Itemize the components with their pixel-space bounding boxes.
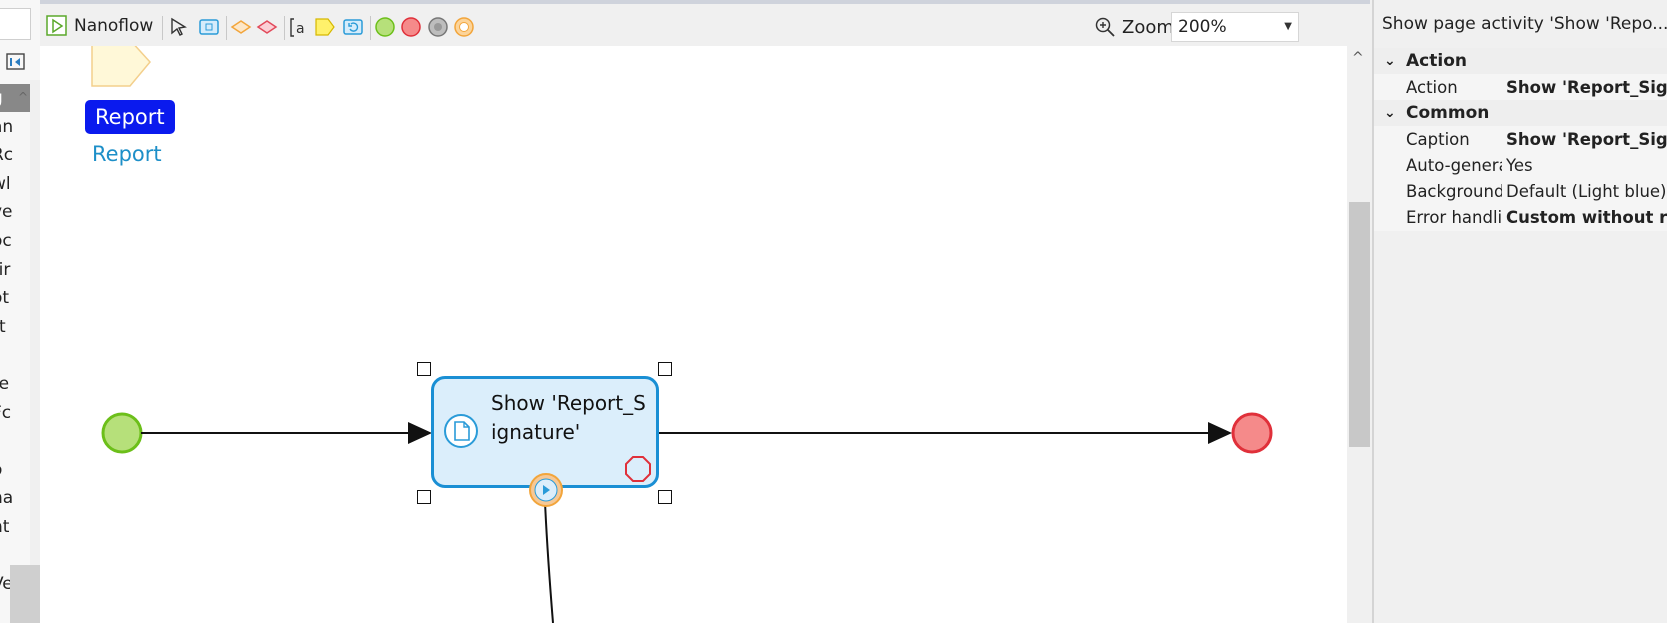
- resize-handle-bottom-right[interactable]: [658, 490, 672, 504]
- start-event-tool-icon[interactable]: [374, 16, 396, 38]
- explorer-scroll-up-icon[interactable]: ^: [18, 90, 28, 104]
- end-event[interactable]: [1231, 412, 1273, 454]
- explorer-tree-item[interactable]: an: [0, 113, 30, 141]
- dropdown-arrow-icon: ▼: [1284, 21, 1292, 32]
- annotation-label[interactable]: Report: [85, 100, 175, 134]
- parameter-shape[interactable]: [91, 46, 151, 87]
- resize-handle-bottom-left[interactable]: [417, 490, 431, 504]
- activity-tool-icon[interactable]: [198, 16, 220, 38]
- decision-tool-icon[interactable]: [230, 16, 252, 38]
- arrowhead-icon: [408, 422, 432, 444]
- explorer-scrollbar-thumb[interactable]: [10, 565, 40, 623]
- continue-event-tool-icon[interactable]: [453, 16, 475, 38]
- zoom-control: Zoom: [1094, 12, 1174, 42]
- loop-tool-icon[interactable]: [342, 16, 364, 38]
- error-event-icon[interactable]: [528, 472, 564, 508]
- explorer-tree-item[interactable]: ve: [0, 198, 30, 226]
- nanoflow-canvas[interactable]: Report Report Show 'Report_Signature': [40, 46, 1370, 623]
- chevron-down-icon: ⌄: [1384, 105, 1396, 121]
- zoom-level-select[interactable]: 200% ▼: [1171, 12, 1299, 42]
- explorer-tree-item[interactable]: re: [0, 370, 30, 398]
- start-event[interactable]: [101, 412, 143, 454]
- explorer-tree-item[interactable]: rt: [0, 313, 30, 341]
- explorer-tree-item[interactable]: [0, 341, 30, 369]
- property-row-caption[interactable]: Caption Show 'Report_Sig: [1374, 126, 1667, 153]
- project-explorer-panel: ganRcwlveoctirotrtreFconantVe ^: [0, 0, 41, 623]
- activity-caption: Show 'Report_Signature': [491, 391, 646, 444]
- error-handler-icon[interactable]: [624, 455, 652, 483]
- page-icon: [444, 414, 478, 448]
- property-row-background[interactable]: Background Default (Light blue): [1374, 178, 1667, 205]
- explorer-scrollbar[interactable]: [30, 80, 40, 623]
- collapse-panel-icon[interactable]: [6, 52, 26, 72]
- resize-handle-top-left[interactable]: [417, 362, 431, 376]
- property-row-action[interactable]: Action Show 'Report_Sig: [1374, 74, 1667, 101]
- explorer-tree-item[interactable]: na: [0, 484, 30, 512]
- toolbar-separator: [370, 16, 371, 40]
- explorer-tree-item[interactable]: ot: [0, 284, 30, 312]
- explorer-tree-item[interactable]: Rc: [0, 141, 30, 169]
- parameter-tool-icon[interactable]: [314, 16, 336, 38]
- property-row-error-handling[interactable]: Error handlin Custom without r: [1374, 204, 1667, 231]
- chevron-down-icon: ⌄: [1384, 53, 1396, 69]
- pointer-tool-icon[interactable]: [168, 16, 190, 38]
- explorer-search-input[interactable]: [0, 8, 31, 40]
- arrowhead-icon: [1208, 422, 1232, 444]
- properties-title: Show page activity 'Show 'Repo...: [1382, 14, 1667, 34]
- toolbar-separator: [284, 16, 285, 40]
- zoom-value: 200%: [1178, 17, 1227, 37]
- editor-toolbar: Nanoflow a Zoom 200% ▼: [40, 0, 1370, 46]
- explorer-tree-item[interactable]: tir: [0, 256, 30, 284]
- zoom-label: Zoom: [1122, 16, 1174, 38]
- end-event-tool-icon[interactable]: [400, 16, 422, 38]
- property-category-action[interactable]: ⌄ Action: [1374, 48, 1667, 74]
- explorer-tree-item[interactable]: [0, 427, 30, 455]
- error-flow-line[interactable]: [544, 501, 554, 623]
- explorer-tree-item[interactable]: Fc: [0, 399, 30, 427]
- break-event-tool-icon[interactable]: [427, 16, 449, 38]
- canvas-scrollbar-thumb[interactable]: [1349, 202, 1370, 447]
- play-icon: [46, 15, 67, 36]
- annotation-tool-icon[interactable]: a: [288, 16, 310, 38]
- property-row-auto-generate[interactable]: Auto-genera Yes: [1374, 152, 1667, 179]
- toolbar-separator: [162, 16, 163, 40]
- merge-tool-icon[interactable]: [256, 16, 278, 38]
- nanoflow-button[interactable]: Nanoflow: [46, 12, 153, 40]
- properties-panel: Show page activity 'Show 'Repo... ⌄ Acti…: [1372, 0, 1667, 623]
- explorer-tree-item[interactable]: oc: [0, 227, 30, 255]
- resize-handle-top-right[interactable]: [658, 362, 672, 376]
- explorer-tree-item[interactable]: nt: [0, 513, 30, 541]
- svg-text:a: a: [296, 21, 305, 37]
- flow-diagram: [91, 46, 1273, 623]
- scroll-up-icon[interactable]: ^: [1352, 50, 1364, 66]
- toolbar-separator: [226, 16, 227, 40]
- annotation-caption: Report: [92, 142, 162, 166]
- explorer-tree-item[interactable]: wl: [0, 170, 30, 198]
- zoom-in-icon[interactable]: [1094, 16, 1116, 38]
- property-category-common[interactable]: ⌄ Common: [1374, 100, 1667, 126]
- explorer-tree-item[interactable]: o: [0, 456, 30, 484]
- nanoflow-label: Nanoflow: [74, 16, 154, 36]
